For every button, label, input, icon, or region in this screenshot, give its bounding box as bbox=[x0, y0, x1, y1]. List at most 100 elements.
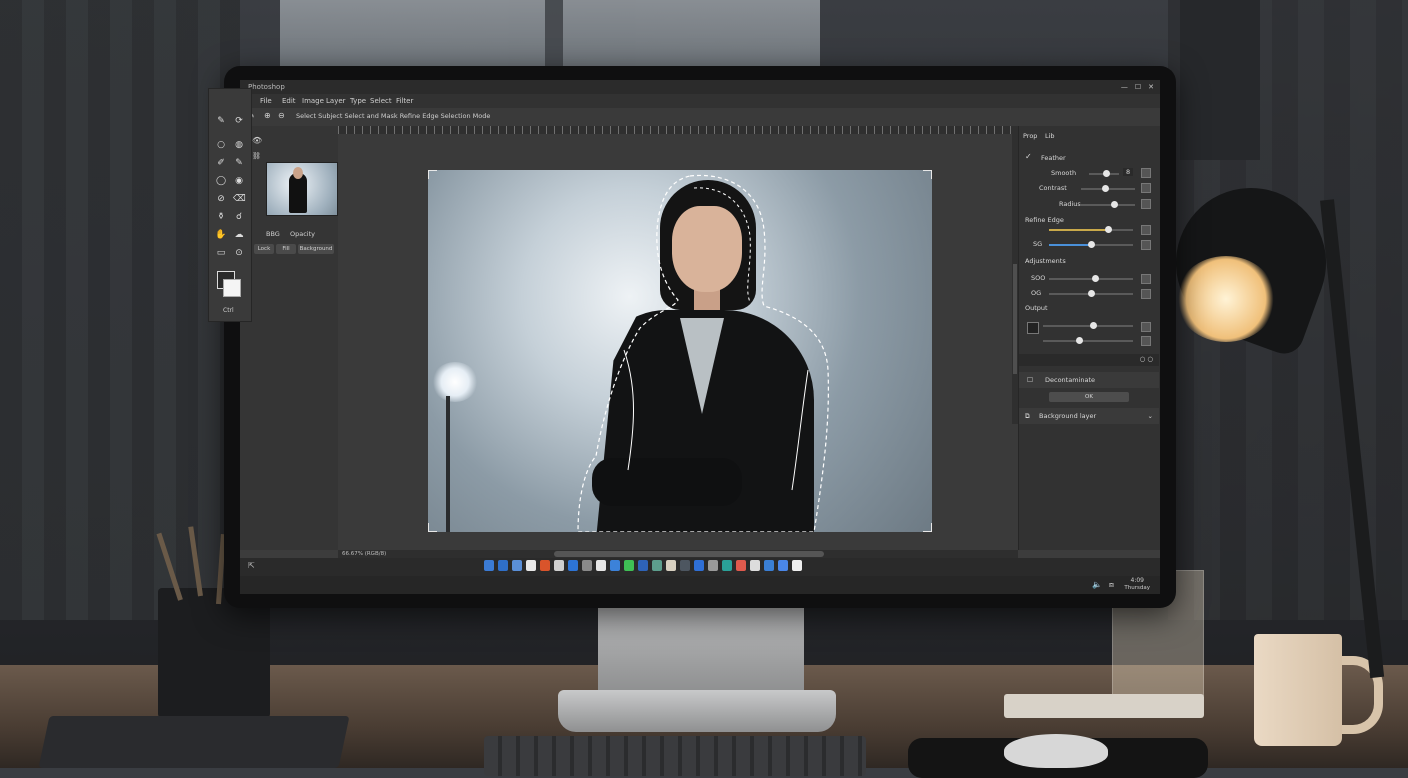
network-icon[interactable]: ⧈ bbox=[1109, 580, 1114, 590]
app-icon-5[interactable] bbox=[540, 560, 550, 571]
fill-button[interactable]: Fill bbox=[276, 244, 296, 254]
ellipse-select-icon[interactable]: ○ bbox=[215, 139, 227, 151]
canvas-area[interactable] bbox=[338, 134, 1018, 550]
trash-icon[interactable] bbox=[792, 560, 802, 571]
crop-corner-tl[interactable] bbox=[428, 170, 437, 179]
background-color-swatch[interactable] bbox=[223, 279, 241, 297]
app-icon-19[interactable] bbox=[736, 560, 746, 571]
background-layer-row[interactable]: ⧉ Background layer ⌄ bbox=[1019, 408, 1159, 424]
background-button[interactable]: Background bbox=[298, 244, 334, 254]
app-icon-16[interactable] bbox=[694, 560, 704, 571]
decontaminate-row[interactable]: ☐ Decontaminate bbox=[1019, 372, 1159, 388]
rectangle-icon[interactable]: ▭ bbox=[215, 247, 227, 259]
crop-corner-br[interactable] bbox=[923, 523, 932, 532]
app-icon-15[interactable] bbox=[680, 560, 690, 571]
close-icon[interactable]: ✕ bbox=[1148, 80, 1154, 94]
tab-properties[interactable]: Prop bbox=[1023, 132, 1037, 140]
tab-libraries[interactable]: Lib bbox=[1045, 132, 1055, 140]
radius-slider[interactable] bbox=[1081, 201, 1135, 208]
app-icon-3[interactable] bbox=[512, 560, 522, 571]
brush-tool-icon[interactable]: ✎ bbox=[233, 157, 245, 169]
maximize-icon[interactable]: ☐ bbox=[1135, 80, 1141, 94]
adjustments-swatch-1[interactable] bbox=[1141, 274, 1151, 284]
subtract-selection-icon[interactable]: ⊖ bbox=[278, 111, 285, 120]
output-title[interactable]: Output bbox=[1025, 304, 1048, 312]
start-icon[interactable]: ⇱ bbox=[248, 561, 255, 570]
refine-edge-slider-2[interactable] bbox=[1049, 241, 1133, 248]
menu-file[interactable]: File bbox=[260, 94, 272, 108]
menu-filter[interactable]: Filter bbox=[396, 94, 413, 108]
decontaminate-checkbox-icon[interactable]: ☐ bbox=[1027, 376, 1033, 384]
app-icon-8[interactable] bbox=[582, 560, 592, 571]
app-icon-13[interactable] bbox=[652, 560, 662, 571]
menu-layer[interactable]: Layer bbox=[326, 94, 346, 108]
refine-edge-title[interactable]: Refine Edge bbox=[1025, 216, 1064, 224]
options-text[interactable]: Select Subject Select and Mask Refine Ed… bbox=[296, 112, 490, 120]
refine-edge-swatch-1[interactable] bbox=[1141, 225, 1151, 235]
photo[interactable] bbox=[428, 170, 932, 532]
menu-select[interactable]: Select bbox=[370, 94, 392, 108]
toggle-icons[interactable]: ○ ○ bbox=[1140, 355, 1153, 363]
app-icon-10[interactable] bbox=[610, 560, 620, 571]
contrast-swatch[interactable] bbox=[1141, 183, 1151, 193]
bucket-icon[interactable]: ⚱ bbox=[215, 211, 227, 223]
adjustments-slider-2[interactable] bbox=[1049, 290, 1133, 297]
app-icon-22[interactable] bbox=[778, 560, 788, 571]
app-icon-20[interactable] bbox=[750, 560, 760, 571]
output-slider-2[interactable] bbox=[1043, 337, 1133, 344]
output-swatch-1[interactable] bbox=[1141, 322, 1151, 332]
adjustments-slider-1[interactable] bbox=[1049, 275, 1133, 282]
app-icon-6[interactable] bbox=[554, 560, 564, 571]
smudge-icon[interactable]: ☌ bbox=[233, 211, 245, 223]
radius-swatch[interactable] bbox=[1141, 199, 1151, 209]
adjustments-title[interactable]: Adjustments bbox=[1025, 257, 1066, 265]
ok-button[interactable]: OK bbox=[1049, 392, 1129, 402]
layer-thumbnail[interactable] bbox=[266, 162, 338, 216]
app-icon-14[interactable] bbox=[666, 560, 676, 571]
app-icon-9[interactable] bbox=[596, 560, 606, 571]
hand-icon[interactable]: ✋ bbox=[215, 229, 227, 241]
crop-corner-bl[interactable] bbox=[428, 523, 437, 532]
menu-image[interactable]: Image bbox=[302, 94, 324, 108]
output-swatch-2[interactable] bbox=[1141, 336, 1151, 346]
refine-edge-swatch-2[interactable] bbox=[1141, 240, 1151, 250]
pencil-icon[interactable]: ✐ bbox=[215, 157, 227, 169]
clock-time[interactable]: 4:09 bbox=[1131, 577, 1144, 584]
chevron-down-icon[interactable]: ⌄ bbox=[1148, 412, 1153, 420]
lock-button[interactable]: Lock bbox=[254, 244, 274, 254]
globe-icon[interactable]: ◉ bbox=[233, 175, 245, 187]
lasso-icon[interactable]: ⟳ bbox=[233, 115, 245, 127]
feather-value[interactable]: 8 bbox=[1123, 168, 1134, 176]
pen-icon[interactable]: ✎ bbox=[215, 115, 227, 127]
chain-icon[interactable]: ⛓ bbox=[252, 152, 261, 160]
menu-edit[interactable]: Edit bbox=[282, 94, 296, 108]
app-icon-11[interactable] bbox=[624, 560, 634, 571]
checkmark-icon[interactable]: ✓ bbox=[1025, 152, 1032, 161]
cloud-icon[interactable]: ☁ bbox=[233, 229, 245, 241]
menu-type[interactable]: Type bbox=[350, 94, 366, 108]
add-selection-icon[interactable]: ⊕ bbox=[264, 111, 271, 120]
eraser-icon[interactable]: ⌫ bbox=[233, 193, 246, 205]
contrast-slider[interactable] bbox=[1081, 185, 1135, 192]
eye-icon[interactable]: 👁 bbox=[252, 136, 262, 145]
quick-select-icon[interactable]: ◍ bbox=[233, 139, 245, 151]
app-icon-18[interactable] bbox=[722, 560, 732, 571]
zoom-icon[interactable]: ⊙ bbox=[233, 247, 245, 259]
output-slider-1[interactable] bbox=[1043, 322, 1133, 329]
app-icon-2[interactable] bbox=[498, 560, 508, 571]
feather-swatch[interactable] bbox=[1141, 168, 1151, 178]
output-swatch[interactable] bbox=[1027, 322, 1039, 334]
finder-icon[interactable] bbox=[484, 560, 494, 571]
horizontal-scrollbar[interactable] bbox=[338, 550, 1018, 558]
adjustments-swatch-2[interactable] bbox=[1141, 289, 1151, 299]
minimize-icon[interactable]: — bbox=[1121, 80, 1128, 94]
app-icon-7[interactable] bbox=[568, 560, 578, 571]
app-icon-21[interactable] bbox=[764, 560, 774, 571]
app-icon-12[interactable] bbox=[638, 560, 648, 571]
output-field[interactable]: ○ ○ bbox=[1019, 354, 1159, 366]
volume-icon[interactable]: 🔈 bbox=[1092, 580, 1102, 589]
smooth-slider[interactable] bbox=[1089, 170, 1119, 177]
refine-edge-slider-1[interactable] bbox=[1049, 226, 1133, 233]
crop-corner-tr[interactable] bbox=[923, 170, 932, 179]
no-icon[interactable]: ⊘ bbox=[215, 193, 227, 205]
